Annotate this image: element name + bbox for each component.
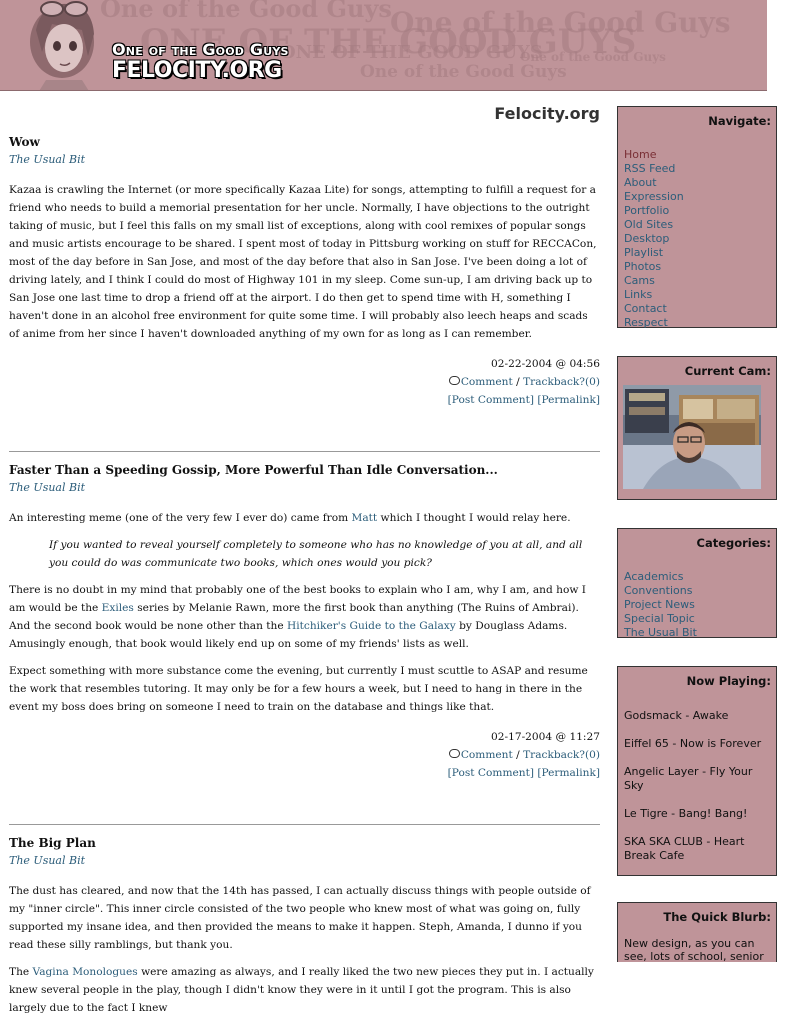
- post-quote: If you wanted to reveal yourself complet…: [49, 539, 583, 569]
- nav-item-desktop[interactable]: Desktop: [624, 232, 776, 246]
- vagina-monologues-link[interactable]: Vagina Monologues: [33, 966, 138, 978]
- trackback-link[interactable]: Trackback?(0): [523, 749, 600, 761]
- now-playing-item: Angelic Layer - Fly Your Sky: [624, 765, 753, 792]
- post-category-link[interactable]: The Usual Bit: [9, 852, 600, 870]
- trackback-link[interactable]: Trackback?(0): [523, 376, 600, 388]
- now-playing-heading: Now Playing:: [686, 674, 771, 688]
- post-meta: 02-22-2004 @ 04:56 Comment / Trackback?(…: [9, 355, 600, 409]
- permalink-link[interactable]: [Permalink]: [537, 767, 600, 779]
- blog-post: Wow The Usual Bit Kazaa is crawling the …: [9, 133, 600, 409]
- post-paragraph: Expect something with more substance com…: [9, 665, 588, 713]
- category-project-news[interactable]: Project News: [624, 598, 776, 612]
- quick-blurb-box: The Quick Blurb: New design, as you can …: [617, 902, 777, 963]
- now-playing-box: Now Playing: Godsmack - Awake Eiffel 65 …: [617, 666, 777, 876]
- category-the-usual-bit[interactable]: The Usual Bit: [624, 626, 776, 640]
- post-paragraph: The dust has cleared, and now that the 1…: [9, 885, 591, 951]
- comment-link[interactable]: Comment: [461, 749, 513, 761]
- nav-item-respect[interactable]: Respect: [624, 316, 776, 330]
- matt-link[interactable]: Matt: [352, 512, 378, 524]
- navigate-box: Navigate: Home RSS Feed About Expression…: [617, 106, 777, 330]
- now-playing-item: Le Tigre - Bang! Bang!: [624, 807, 748, 820]
- nav-item-old-sites[interactable]: Old Sites: [624, 218, 776, 232]
- post-divider: [9, 451, 600, 452]
- now-playing-item: Eiffel 65 - Now is Forever: [624, 737, 762, 750]
- navigate-heading: Navigate:: [708, 114, 771, 128]
- nav-item-home[interactable]: Home: [624, 148, 776, 162]
- post-date: 02-22-2004 @ 04:56: [491, 358, 600, 370]
- categories-heading: Categories:: [696, 536, 772, 550]
- nav-item-contact[interactable]: Contact: [624, 302, 776, 316]
- categories-box: Categories: Academics Conventions Projec…: [617, 528, 777, 640]
- post-comment-link[interactable]: [Post Comment]: [448, 767, 534, 779]
- post-paragraph: The Vagina Monologues were amazing as al…: [9, 963, 600, 1017]
- nav-item-links[interactable]: Links: [624, 288, 776, 302]
- exiles-link[interactable]: Exiles: [102, 602, 134, 614]
- page-title: Felocity.org: [494, 104, 600, 123]
- category-academics[interactable]: Academics: [624, 570, 776, 584]
- post-comment-link[interactable]: [Post Comment]: [448, 394, 534, 406]
- webcam-photo[interactable]: [623, 385, 761, 489]
- post-title: Wow: [9, 135, 40, 149]
- post-date: 02-17-2004 @ 11:27: [491, 731, 600, 743]
- nav-item-cams[interactable]: Cams: [624, 274, 776, 288]
- post-meta: 02-17-2004 @ 11:27 Comment / Trackback?(…: [9, 728, 600, 782]
- hitchhikers-guide-link[interactable]: Hitchiker's Guide to the Galaxy: [287, 620, 456, 632]
- post-category-link[interactable]: The Usual Bit: [9, 151, 600, 169]
- post-paragraph: An interesting meme (one of the very few…: [9, 509, 600, 527]
- quick-blurb-heading: The Quick Blurb:: [663, 910, 771, 924]
- logo-tagline: One of the Good Guys: [112, 40, 289, 59]
- blog-post: Faster Than a Speeding Gossip, More Powe…: [9, 461, 600, 782]
- post-category-link[interactable]: The Usual Bit: [9, 479, 600, 497]
- header-watermark: One of the Good Guys: [360, 62, 567, 82]
- current-cam-heading: Current Cam:: [684, 364, 771, 378]
- logo-site-name[interactable]: FELOCITY.ORG: [112, 58, 282, 83]
- post-divider: [9, 824, 600, 825]
- site-header: One of the Good Guys One of the Good Guy…: [0, 0, 767, 91]
- categories-list: Academics Conventions Project News Speci…: [618, 551, 776, 640]
- comment-link[interactable]: Comment: [461, 376, 513, 388]
- nav-item-expression[interactable]: Expression: [624, 190, 776, 204]
- nav-item-rss-feed[interactable]: RSS Feed: [624, 162, 776, 176]
- main-content: Felocity.org Wow The Usual Bit Kazaa is …: [9, 104, 600, 1026]
- post-paragraph: Kazaa is crawling the Internet (or more …: [9, 184, 597, 340]
- quick-blurb-text: New design, as you can see, lots of scho…: [624, 937, 764, 963]
- now-playing-list: Godsmack - Awake Eiffel 65 - Now is Fore…: [618, 689, 776, 863]
- post-title: Faster Than a Speeding Gossip, More Powe…: [9, 463, 498, 477]
- nav-list: Home RSS Feed About Expression Portfolio…: [618, 129, 776, 330]
- nav-item-photos[interactable]: Photos: [624, 260, 776, 274]
- nav-item-playlist[interactable]: Playlist: [624, 246, 776, 260]
- text: The: [9, 966, 33, 978]
- header-watermark: ONE OF THE GOOD GUYS: [280, 42, 543, 63]
- now-playing-item: Godsmack - Awake: [624, 709, 729, 722]
- category-conventions[interactable]: Conventions: [624, 584, 776, 598]
- post-paragraph: There is no doubt in my mind that probab…: [9, 581, 600, 653]
- current-cam-box: Current Cam:: [617, 356, 777, 500]
- avatar-logo-icon: [30, 1, 94, 90]
- nav-item-about[interactable]: About: [624, 176, 776, 190]
- post-title: The Big Plan: [9, 836, 96, 850]
- nav-item-portfolio[interactable]: Portfolio: [624, 204, 776, 218]
- permalink-link[interactable]: [Permalink]: [537, 394, 600, 406]
- header-watermark: One of the Good Guys: [100, 0, 392, 23]
- category-special-topic[interactable]: Special Topic: [624, 612, 776, 626]
- comment-icon: [448, 749, 460, 758]
- comment-icon: [448, 376, 460, 385]
- text: which I thought I would relay here.: [377, 512, 571, 524]
- now-playing-item: SKA SKA CLUB - Heart Break Cafe: [624, 835, 745, 862]
- text: An interesting meme (one of the very few…: [9, 512, 352, 524]
- blog-post: The Big Plan The Usual Bit The dust has …: [9, 834, 600, 1017]
